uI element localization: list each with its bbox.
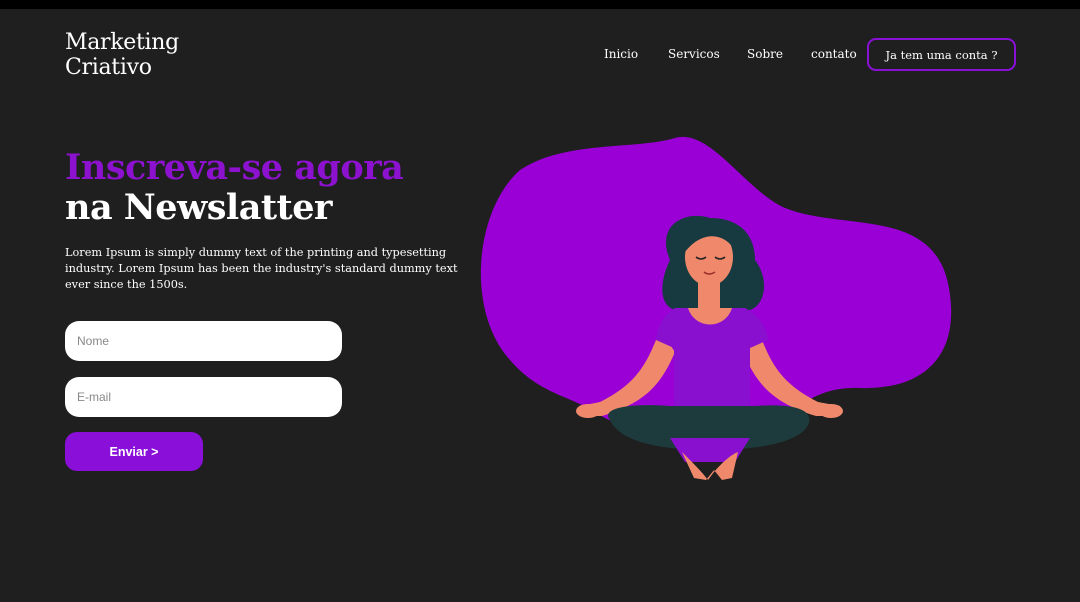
nav-link-inicio[interactable]: Inicio: [604, 47, 638, 61]
submit-button[interactable]: Enviar >: [65, 432, 203, 471]
headline-main: na Newslatter: [65, 187, 332, 228]
name-input[interactable]: [65, 321, 342, 361]
email-input[interactable]: [65, 377, 342, 417]
nav-link-servicos[interactable]: Servicos: [668, 47, 720, 61]
headline-accent: Inscreva-se agora: [65, 147, 404, 188]
nav-link-contato[interactable]: contato: [811, 47, 857, 61]
right-hand: [819, 404, 843, 418]
hero-description: Lorem Ipsum is simply dummy text of the …: [65, 246, 458, 291]
window-top-bar: [0, 0, 1080, 9]
left-hand: [576, 404, 600, 418]
main-nav: Inicio Servicos Sobre contato Ja tem uma…: [0, 38, 1080, 71]
login-button[interactable]: Ja tem uma conta ?: [867, 38, 1016, 71]
meditating-woman-illustration: [480, 136, 952, 480]
nav-link-sobre[interactable]: Sobre: [747, 47, 783, 61]
shorts: [670, 438, 750, 462]
